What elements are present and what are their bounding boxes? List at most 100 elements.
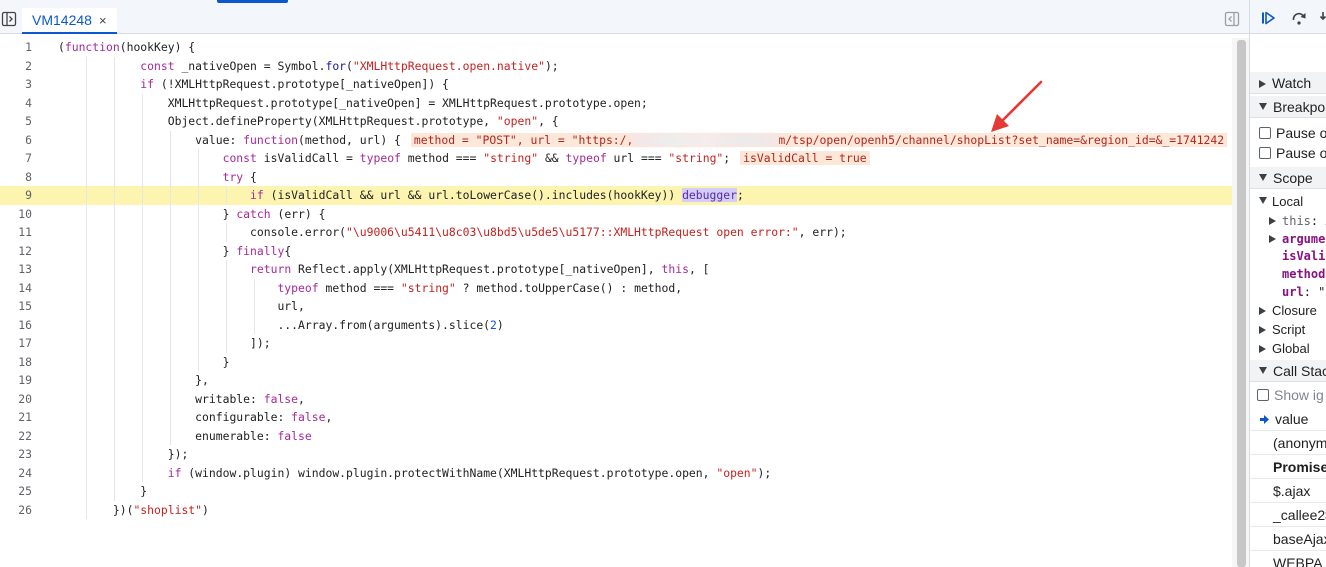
- scope-local[interactable]: Local: [1250, 193, 1326, 211]
- code-line[interactable]: 2 const _nativeOpen = Symbol.for("XMLHtt…: [0, 56, 1232, 76]
- scope-section-header[interactable]: Scope: [1250, 167, 1326, 189]
- line-number[interactable]: 26: [0, 501, 32, 520]
- line-number[interactable]: 10: [0, 205, 32, 224]
- watch-section-header[interactable]: Watch: [1250, 72, 1326, 94]
- line-number[interactable]: 12: [0, 242, 32, 261]
- call-frame[interactable]: (anonym: [1250, 431, 1326, 455]
- call-stack-section-header[interactable]: Call Stac: [1250, 360, 1326, 382]
- call-frame[interactable]: Promise: [1250, 455, 1326, 479]
- code-line[interactable]: 1 (function(hookKey) {: [0, 38, 1232, 57]
- show-ignored-checkbox[interactable]: Show ig: [1250, 384, 1326, 406]
- code-line[interactable]: 6 value: function(method, url) {method =…: [0, 130, 1232, 150]
- line-number[interactable]: 23: [0, 445, 32, 464]
- step-over-icon[interactable]: [1290, 9, 1308, 27]
- step-into-icon[interactable]: [1318, 9, 1326, 27]
- scope-this[interactable]: this: X: [1260, 212, 1326, 230]
- editor-tab-bar: VM14248 ×: [0, 0, 1249, 34]
- scope-isvalidcall[interactable]: isVali: [1282, 247, 1326, 265]
- line-number[interactable]: 15: [0, 297, 32, 316]
- code-line[interactable]: 16 ...Array.from(arguments).slice(2): [0, 315, 1232, 335]
- code-line[interactable]: 21 configurable: false,: [0, 408, 1232, 427]
- scope-url[interactable]: url: ": [1282, 283, 1326, 301]
- line-number[interactable]: 13: [0, 260, 32, 279]
- call-frame-label: (anonym: [1273, 435, 1326, 451]
- line-number[interactable]: 16: [0, 316, 32, 335]
- line-number[interactable]: 21: [0, 408, 32, 427]
- toggle-debugger-sidebar-icon[interactable]: [1223, 10, 1241, 28]
- scope-method-name: method: [1282, 267, 1326, 281]
- checkbox-icon[interactable]: [1259, 127, 1271, 139]
- call-frame-label: baseAjax: [1273, 531, 1326, 547]
- code-line[interactable]: 4 XMLHttpRequest.prototype[_nativeOpen] …: [0, 93, 1232, 113]
- code-line[interactable]: 22 enumerable: false: [0, 426, 1232, 446]
- scope-arguments[interactable]: argume: [1260, 230, 1326, 248]
- scope-method[interactable]: method: [1282, 265, 1326, 283]
- call-frame[interactable]: value: [1250, 407, 1326, 431]
- code-line[interactable]: 18 }: [0, 352, 1232, 372]
- line-number[interactable]: 6: [0, 131, 32, 150]
- scope-script[interactable]: Script: [1250, 321, 1326, 339]
- line-number[interactable]: 22: [0, 427, 32, 446]
- breakpoints-label: Breakpo: [1273, 99, 1326, 115]
- call-frame[interactable]: _callee2$: [1250, 503, 1326, 527]
- code-line[interactable]: 5 Object.defineProperty(XMLHttpRequest.p…: [0, 112, 1232, 131]
- code-area[interactable]: 1 (function(hookKey) {2 const _nativeOpen…: [0, 38, 1232, 567]
- line-number[interactable]: 9: [0, 186, 32, 205]
- code-line[interactable]: 23 });: [0, 445, 1232, 464]
- code-line[interactable]: 8 try {: [0, 167, 1232, 187]
- file-tab[interactable]: VM14248 ×: [22, 8, 117, 34]
- pause-caught-checkbox[interactable]: Pause o: [1250, 142, 1326, 164]
- line-number[interactable]: 4: [0, 94, 32, 113]
- line-number[interactable]: 1: [0, 38, 32, 57]
- code-text: try {: [222, 169, 257, 184]
- code-line[interactable]: 15 url,: [0, 297, 1232, 316]
- line-number[interactable]: 14: [0, 279, 32, 298]
- code-line[interactable]: 26 })("shoplist"): [0, 500, 1232, 520]
- paused-code-line[interactable]: 9 if (isValidCall && url && url.toLowerC…: [0, 186, 1232, 205]
- checkbox-icon[interactable]: [1259, 147, 1271, 159]
- call-frame[interactable]: WEBPA: [1250, 551, 1326, 567]
- call-frame[interactable]: baseAjax: [1250, 527, 1326, 551]
- code-line[interactable]: 20 writable: false,: [0, 389, 1232, 409]
- line-number[interactable]: 24: [0, 464, 32, 483]
- close-tab-icon[interactable]: ×: [99, 13, 107, 28]
- line-number[interactable]: 18: [0, 353, 32, 372]
- line-number[interactable]: 5: [0, 112, 32, 131]
- code-line[interactable]: 3 if (!XMLHttpRequest.prototype[_nativeO…: [0, 75, 1232, 94]
- code-text: ]);: [58, 336, 271, 350]
- breakpoints-section-header[interactable]: Breakpo: [1250, 96, 1326, 118]
- scope-this-value: : X: [1310, 214, 1326, 228]
- resume-icon[interactable]: [1259, 9, 1277, 27]
- code-line[interactable]: 10 } catch (err) {: [0, 204, 1232, 224]
- vertical-scrollbar-thumb[interactable]: [1237, 40, 1246, 567]
- line-number[interactable]: 8: [0, 168, 32, 187]
- scope-global[interactable]: Global: [1250, 340, 1326, 358]
- scope-closure[interactable]: Closure: [1250, 302, 1326, 320]
- code-line[interactable]: 25 }: [0, 482, 1232, 501]
- code-line[interactable]: 17 ]);: [0, 334, 1232, 353]
- line-number[interactable]: 11: [0, 223, 32, 242]
- line-number[interactable]: 25: [0, 482, 32, 501]
- collapse-arrow-icon: [1259, 197, 1267, 204]
- toggle-navigator-icon[interactable]: [0, 10, 18, 28]
- code-line[interactable]: 7 const isValidCall = typeof method === …: [0, 149, 1232, 168]
- pause-uncaught-checkbox[interactable]: Pause o: [1250, 122, 1326, 144]
- call-frame[interactable]: $.ajax: [1250, 479, 1326, 503]
- line-number[interactable]: 20: [0, 390, 32, 409]
- checkbox-icon[interactable]: [1257, 389, 1269, 401]
- script-label: Script: [1272, 322, 1306, 337]
- line-number[interactable]: 7: [0, 149, 32, 168]
- code-line[interactable]: 11 console.error("\u9006\u5411\u8c03\u8b…: [0, 223, 1232, 242]
- line-number[interactable]: 3: [0, 75, 32, 94]
- line-number[interactable]: 17: [0, 334, 32, 353]
- code-line[interactable]: 12 } finally{: [0, 241, 1232, 261]
- expand-arrow-icon: [1259, 345, 1266, 353]
- scope-this-name: this: [1282, 214, 1311, 228]
- code-line[interactable]: 13 return Reflect.apply(XMLHttpRequest.p…: [0, 260, 1232, 279]
- code-line[interactable]: 24 if (window.plugin) window.plugin.prot…: [0, 463, 1232, 483]
- line-number[interactable]: 19: [0, 371, 32, 390]
- line-number[interactable]: 2: [0, 57, 32, 76]
- pause-caught-label: Pause o: [1276, 145, 1326, 161]
- code-line[interactable]: 14 typeof method === "string" ? method.t…: [0, 278, 1232, 298]
- code-line[interactable]: 19 },: [0, 371, 1232, 390]
